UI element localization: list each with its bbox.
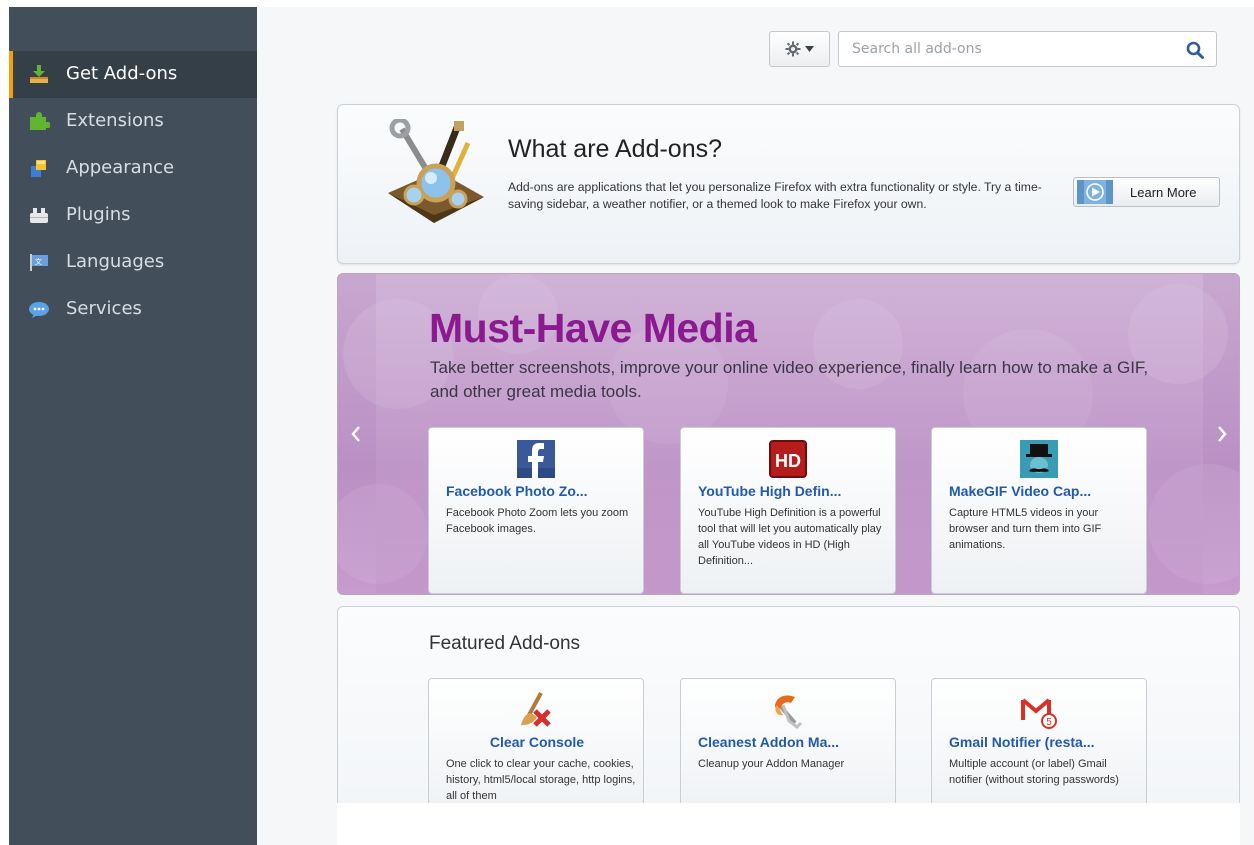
sidebar-item-label: Languages (66, 251, 165, 272)
makegif-icon (1020, 440, 1058, 478)
sidebar-item-label: Extensions (66, 110, 164, 131)
sidebar-item-languages[interactable]: 文 Languages (9, 239, 257, 286)
appearance-icon (31, 160, 46, 177)
hd-icon: HD (769, 440, 807, 478)
plugin-icon (30, 208, 48, 223)
search-input[interactable] (839, 32, 1169, 66)
addon-card-facebook-photo-zoom[interactable]: Facebook Photo Zo... Facebook Photo Zoom… (428, 427, 644, 594)
gmail-icon: 5 (1021, 698, 1057, 729)
about-title: What are Add-ons? (508, 135, 723, 163)
play-video-icon (1077, 180, 1113, 204)
learn-more-button[interactable]: Learn More (1073, 177, 1220, 207)
addon-name[interactable]: Clear Console (429, 734, 645, 750)
addon-card-cleanest-addon-manager[interactable]: Cleanest Addon Ma... Cleanup your Addon … (680, 678, 896, 818)
addon-name[interactable]: MakeGIF Video Cap... (949, 483, 1139, 499)
addon-name[interactable]: Cleanest Addon Ma... (698, 734, 888, 750)
carousel-next-button[interactable] (1212, 422, 1232, 446)
addon-description: Multiple account (or label) Gmail notifi… (949, 758, 1119, 786)
notification-count-badge: 5 (1046, 717, 1052, 728)
addon-name[interactable]: Gmail Notifier (resta... (949, 734, 1139, 750)
addons-tools-illustration-icon (388, 119, 484, 223)
featured-title: Featured Add-ons (429, 633, 581, 654)
chevron-right-icon (1218, 426, 1227, 442)
chevron-left-icon (351, 426, 360, 442)
addons-manager: Get Add-ons Extensions Appearance Plugin… (0, 0, 1254, 845)
sidebar-item-label: Services (66, 298, 142, 319)
carousel-prev-button[interactable] (346, 422, 366, 446)
addon-description: Facebook Photo Zoom lets you zoom Facebo… (446, 507, 629, 535)
services-icon (29, 302, 49, 318)
search-field[interactable] (838, 31, 1217, 67)
media-collection-description: Take better screenshots, improve your on… (430, 358, 1149, 401)
media-collection-title: Must-Have Media (429, 305, 757, 351)
addon-description: YouTube High Definition is a powerful to… (698, 507, 882, 567)
addon-description: One click to clear your cache, cookies, … (446, 758, 636, 802)
addon-card-makegif-video-capture[interactable]: MakeGIF Video Cap... Capture HTML5 video… (931, 427, 1147, 594)
sidebar-item-appearance[interactable]: Appearance (9, 145, 257, 192)
languages-icon: 文 (30, 254, 48, 271)
learn-more-label: Learn More (1130, 184, 1197, 200)
gear-icon (785, 41, 801, 57)
sidebar-item-label: Appearance (66, 157, 175, 178)
addon-description: Capture HTML5 videos in your browser and… (949, 507, 1102, 551)
addon-card-clear-console[interactable]: Clear Console One click to clear your ca… (428, 678, 644, 818)
tools-menu-button[interactable] (769, 31, 830, 67)
sidebar: Get Add-ons Extensions Appearance Plugin… (9, 7, 257, 845)
svg-text:文: 文 (35, 257, 42, 266)
puzzle-icon (30, 112, 50, 130)
sidebar-item-extensions[interactable]: Extensions (9, 98, 257, 145)
broom-icon (521, 692, 551, 727)
addon-description: Cleanup your Addon Manager (698, 758, 845, 770)
addon-card-gmail-notifier[interactable]: 5 Gmail Notifier (resta... Multiple acco… (931, 678, 1147, 818)
about-addons-panel: What are Add-ons? Add-ons are applicatio… (337, 104, 1240, 264)
cleanest-addon-icon (775, 695, 803, 729)
sidebar-item-services[interactable]: Services (9, 286, 257, 333)
viewport-bottom-edge (337, 803, 1240, 845)
addon-name[interactable]: Facebook Photo Zo... (446, 483, 636, 499)
search-icon[interactable] (1186, 41, 1204, 59)
about-description: Add-ons are applications that let you pe… (508, 180, 1042, 211)
addon-card-youtube-high-definition[interactable]: HD YouTube High Defin... YouTube High De… (680, 427, 896, 594)
chevron-down-icon (805, 46, 814, 52)
sidebar-item-label: Get Add-ons (66, 63, 178, 84)
facebook-icon (517, 440, 555, 478)
get-addons-icon (30, 65, 48, 83)
addon-name[interactable]: YouTube High Defin... (698, 483, 888, 499)
sidebar-item-label: Plugins (66, 204, 131, 225)
svg-text:HD: HD (775, 451, 801, 471)
sidebar-item-get-addons[interactable]: Get Add-ons (9, 51, 257, 98)
sidebar-item-plugins[interactable]: Plugins (9, 192, 257, 239)
